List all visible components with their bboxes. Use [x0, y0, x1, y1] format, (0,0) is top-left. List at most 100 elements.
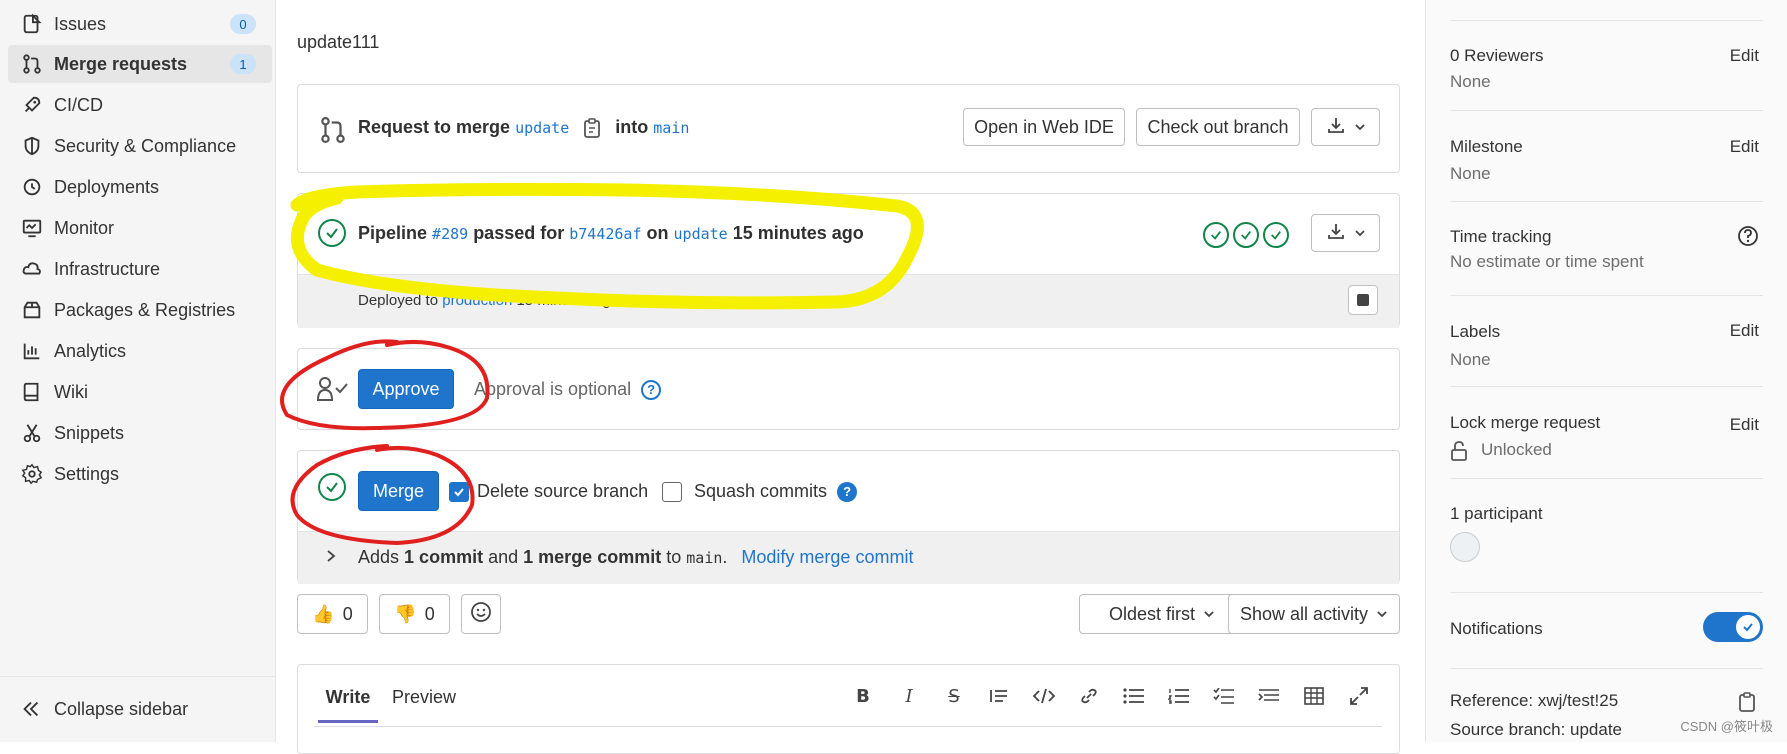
code-icon[interactable] [1032, 684, 1056, 708]
squash-option[interactable]: Squash commits ? [662, 481, 858, 502]
pipeline-time: 15 minutes ago [732, 223, 864, 243]
sidebar-item-wiki[interactable]: Wiki [8, 373, 272, 411]
checklist-icon[interactable] [1212, 684, 1236, 708]
tab-write[interactable]: Write [318, 687, 378, 723]
thumbs-down-button[interactable]: 👎 0 [379, 594, 450, 634]
pipeline-branch-link[interactable]: update [674, 225, 728, 243]
merge-request-header-card: Request to merge update into main Open i… [297, 84, 1400, 173]
left-sidebar: Issues 0 Merge requests 1 CI/CD Security… [0, 0, 276, 742]
copy-reference-icon[interactable] [1738, 692, 1756, 717]
collapsible-section-icon[interactable] [1257, 684, 1281, 708]
merge-commit-count: 1 merge commit [523, 547, 662, 567]
participants-label: 1 participant [1450, 504, 1543, 523]
fullscreen-icon[interactable] [1347, 684, 1371, 708]
comment-editor: Write Preview [297, 664, 1400, 754]
pipeline-id-link[interactable]: #289 [432, 225, 468, 243]
merge-request-summary: Request to merge update into main [358, 117, 689, 138]
numbered-list-icon[interactable] [1167, 684, 1191, 708]
stage-passed-icon[interactable] [1263, 222, 1289, 248]
sidebar-top-section [1450, 0, 1763, 21]
sidebar-item-settings[interactable]: Settings [8, 455, 272, 493]
thumbs-up-button[interactable]: 👍 0 [297, 594, 368, 634]
deployment-text: Deployed to production 15 minutes ago [358, 292, 619, 309]
sidebar-item-label: Monitor [54, 217, 115, 238]
download-icon [1326, 115, 1346, 140]
thumbs-down-count: 0 [424, 603, 435, 624]
merge-request-main: update111 Request to merge update into m… [277, 0, 1424, 754]
sidebar-item-snippets[interactable]: Snippets [8, 414, 272, 452]
bullet-list-icon[interactable] [1122, 684, 1146, 708]
package-icon [20, 298, 44, 322]
squash-checkbox[interactable] [662, 481, 682, 502]
reference-text: Reference: xwj/test!25 [1450, 691, 1619, 710]
stop-environment-button[interactable] [1348, 285, 1378, 315]
artifacts-dropdown-button[interactable] [1311, 214, 1380, 252]
monitor-icon [20, 216, 44, 240]
delete-source-checkbox[interactable] [449, 481, 469, 502]
sort-order-dropdown[interactable]: Oldest first [1079, 594, 1245, 634]
merge-card: Merge Delete source branch Squash commit… [297, 450, 1400, 584]
sidebar-item-issues[interactable]: Issues 0 [8, 5, 272, 43]
unlock-icon [1450, 440, 1468, 467]
target-branch-link[interactable]: main [653, 119, 689, 137]
activity-filter-dropdown[interactable]: Show all activity [1228, 594, 1400, 634]
stop-icon [1357, 294, 1369, 306]
delete-source-label: Delete source branch [477, 481, 649, 501]
reviewers-edit-button[interactable]: Edit [1730, 46, 1759, 66]
table-icon[interactable] [1302, 684, 1326, 708]
notifications-toggle[interactable] [1703, 612, 1763, 642]
environment-link[interactable]: production [442, 292, 512, 309]
add-reaction-button[interactable] [461, 594, 501, 634]
merge-button[interactable]: Merge [358, 471, 439, 511]
delete-source-option[interactable]: Delete source branch [449, 481, 648, 502]
collapse-sidebar-button[interactable]: Collapse sidebar [8, 690, 188, 728]
modify-merge-commit-link[interactable]: Modify merge commit [741, 547, 913, 568]
labels-edit-button[interactable]: Edit [1730, 321, 1759, 341]
sidebar-item-security[interactable]: Security & Compliance [8, 127, 272, 165]
help-icon[interactable] [1737, 225, 1759, 252]
sidebar-item-analytics[interactable]: Analytics [8, 332, 272, 370]
sidebar-item-deployments[interactable]: Deployments [8, 168, 272, 206]
lock-edit-button[interactable]: Edit [1730, 415, 1759, 435]
help-icon[interactable]: ? [837, 481, 858, 502]
sidebar-item-infrastructure[interactable]: Infrastructure [8, 250, 272, 288]
strikethrough-icon[interactable]: S [942, 684, 966, 708]
open-web-ide-button[interactable]: Open in Web IDE [963, 108, 1125, 146]
sidebar-item-label: Security & Compliance [54, 135, 237, 156]
thumbs-up-icon: 👍 [312, 603, 335, 624]
copy-branch-icon[interactable] [583, 117, 601, 138]
quote-icon[interactable] [987, 684, 1011, 708]
stage-passed-icon[interactable] [1233, 222, 1259, 248]
sidebar-item-packages[interactable]: Packages & Registries [8, 291, 272, 329]
sidebar-item-cicd[interactable]: CI/CD [8, 86, 272, 124]
labels-label: Labels [1450, 322, 1501, 341]
commit-sha-link[interactable]: b74426af [569, 225, 641, 243]
notifications-label: Notifications [1450, 619, 1543, 638]
avatar[interactable] [1450, 532, 1480, 562]
stage-passed-icon[interactable] [1203, 222, 1229, 248]
help-icon[interactable]: ? [641, 379, 662, 400]
chart-icon [20, 339, 44, 363]
sidebar-item-monitor[interactable]: Monitor [8, 209, 272, 247]
bold-icon[interactable]: B [851, 684, 875, 708]
squash-label: Squash commits [694, 481, 828, 501]
download-dropdown-button[interactable] [1311, 108, 1380, 146]
chevron-right-icon[interactable] [325, 549, 337, 568]
thumbs-up-count: 0 [342, 603, 353, 624]
time-tracking-section: Time tracking No estimate or time spent [1450, 201, 1763, 296]
approval-user-icon [316, 376, 350, 407]
sidebar-item-label: Deployments [54, 176, 160, 197]
sidebar-item-merge-requests[interactable]: Merge requests 1 [8, 45, 272, 83]
mr-description: update111 [297, 32, 380, 52]
participants-section: 1 participant [1450, 478, 1763, 593]
milestone-edit-button[interactable]: Edit [1730, 137, 1759, 157]
link-icon[interactable] [1077, 684, 1101, 708]
approve-button[interactable]: Approve [358, 369, 454, 409]
source-branch-link[interactable]: update [515, 119, 569, 137]
scissors-icon [20, 421, 44, 445]
tab-preview[interactable]: Preview [392, 687, 456, 708]
time-tracking-label: Time tracking [1450, 227, 1552, 246]
italic-icon[interactable]: I [897, 684, 921, 708]
labels-value: None [1450, 350, 1491, 369]
check-out-branch-button[interactable]: Check out branch [1136, 108, 1300, 146]
